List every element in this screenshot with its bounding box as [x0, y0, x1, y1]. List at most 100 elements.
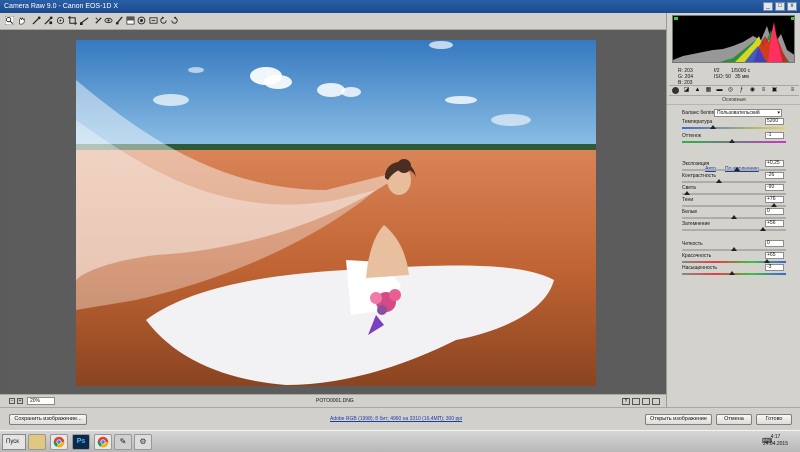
wb-label: Баланс белого: — [682, 110, 718, 116]
slider-label-8: Четкость — [682, 241, 703, 247]
open-image-button[interactable]: Открыть изображение — [645, 414, 712, 425]
start-button[interactable]: Пуск — [2, 434, 26, 450]
snapshots-icon[interactable]: ▣ — [771, 87, 778, 94]
taskbar: Пуск Ps ✎ ⚙ ⌨ 4:17 24.04.2015 — [0, 430, 800, 452]
basic-panel-icon[interactable] — [672, 87, 679, 94]
slider-track-4[interactable] — [682, 191, 786, 195]
slider-value-4[interactable]: -90 — [765, 184, 784, 191]
chevron-down-icon: ▾ — [777, 110, 780, 116]
graduated-filter-tool-icon[interactable] — [126, 16, 135, 25]
slider-value-2[interactable]: +0,25 — [765, 160, 784, 167]
slider-value-8[interactable]: 0 — [765, 240, 784, 247]
slider-label-0: Температура — [682, 119, 713, 125]
red-eye-tool-icon[interactable] — [104, 16, 113, 25]
tone-curve-icon[interactable]: ◪ — [683, 87, 690, 94]
slider-thumb-3[interactable] — [716, 179, 723, 183]
camera-calibration-icon[interactable]: ◉ — [749, 87, 756, 94]
adjustment-brush-tool-icon[interactable] — [115, 16, 124, 25]
photo-preview[interactable] — [76, 40, 596, 386]
slider-track-1[interactable] — [682, 139, 786, 143]
chrome-icon-2[interactable] — [94, 434, 112, 450]
slider-label-3: Контрастность — [682, 173, 717, 179]
rotate-right-icon[interactable] — [170, 16, 179, 25]
done-button[interactable]: Готово — [756, 414, 792, 425]
clock[interactable]: 4:17 24.04.2015 — [763, 434, 788, 448]
slider-track-0[interactable] — [682, 125, 786, 129]
status-bar: − + 20% POTO0001.DNG Y — [0, 394, 666, 407]
preferences-icon[interactable] — [149, 16, 158, 25]
slider-thumb-8[interactable] — [731, 247, 737, 251]
slider-thumb-10[interactable] — [728, 271, 735, 275]
presets-icon[interactable]: ≡ — [760, 87, 767, 94]
crop-tool-icon[interactable] — [68, 16, 77, 25]
close-icon[interactable]: x — [787, 2, 797, 11]
right-panel: R: 203 G: 204 B: 203 f/2 1/5000 c ISO: 5… — [666, 13, 800, 407]
zoom-in-icon[interactable]: + — [17, 398, 23, 404]
before-after-icon[interactable]: Y — [622, 398, 630, 405]
slider-value-10[interactable]: -3 — [765, 264, 784, 271]
slider-track-10[interactable] — [682, 271, 786, 275]
detail-icon[interactable]: ▲ — [694, 87, 701, 94]
slider-value-0[interactable]: 5200 — [765, 118, 784, 125]
white-balance-select[interactable]: Пользовательский ▾ — [714, 109, 782, 117]
slider-thumb-5[interactable] — [770, 203, 777, 207]
slider-track-8[interactable] — [682, 247, 786, 251]
slider-thumb-7[interactable] — [760, 227, 767, 231]
hand-tool-icon[interactable] — [17, 16, 26, 25]
copy-settings-icon[interactable] — [652, 398, 660, 405]
split-toning-icon[interactable]: ▬ — [716, 87, 723, 94]
zoom-level[interactable]: 20% — [27, 397, 55, 405]
save-image-button[interactable]: Сохранить изображение... — [9, 414, 87, 425]
spot-removal-tool-icon[interactable] — [94, 16, 103, 25]
toggle-view-icon[interactable] — [632, 398, 640, 405]
slider-value-5[interactable]: +76 — [765, 196, 784, 203]
clock-date: 24.04.2015 — [762, 441, 788, 447]
slider-thumb-2[interactable] — [734, 167, 741, 171]
slider-label-9: Красочность — [682, 253, 712, 259]
radial-filter-tool-icon[interactable] — [137, 16, 146, 25]
image-canvas[interactable] — [9, 30, 665, 394]
slider-value-1[interactable]: -1 — [765, 132, 784, 139]
slider-value-6[interactable]: 0 — [765, 208, 784, 215]
zoom-tool-icon[interactable] — [5, 16, 14, 25]
cancel-button[interactable]: Отмена — [716, 414, 752, 425]
slider-track-2[interactable] — [682, 167, 786, 171]
adobe-bridge-icon[interactable]: ✎ — [114, 434, 132, 450]
targeted-adjustment-tool-icon[interactable] — [56, 16, 65, 25]
maximize-icon[interactable]: □ — [775, 2, 785, 11]
zoom-out-icon[interactable]: − — [9, 398, 15, 404]
slider-label-2: Экспозиция — [682, 161, 710, 167]
slider-track-5[interactable] — [682, 203, 786, 207]
slider-thumb-9[interactable] — [764, 259, 771, 263]
color-sampler-tool-icon[interactable] — [44, 16, 53, 25]
effects-icon[interactable]: ƒ — [738, 87, 745, 94]
slider-track-7[interactable] — [682, 227, 786, 231]
slider-value-7[interactable]: +56 — [765, 220, 784, 227]
minimize-icon[interactable]: _ — [763, 2, 773, 11]
title-bar: Camera Raw 9.0 - Canon EOS-1D X _ □ x — [0, 0, 800, 13]
white-balance-tool-icon[interactable] — [32, 16, 41, 25]
slider-thumb-1[interactable] — [728, 139, 735, 143]
slider-value-9[interactable]: +65 — [765, 252, 784, 259]
slider-thumb-6[interactable] — [731, 215, 737, 219]
chrome-icon[interactable] — [50, 434, 68, 450]
lens-corrections-icon[interactable]: ◎ — [727, 87, 734, 94]
hsl-icon[interactable]: ▦ — [705, 87, 712, 94]
panel-menu-icon[interactable]: ≡ — [789, 87, 796, 94]
slider-track-3[interactable] — [682, 179, 786, 183]
explorer-icon[interactable] — [28, 434, 46, 450]
slider-thumb-0[interactable] — [710, 125, 717, 129]
slider-value-3[interactable]: -26 — [765, 172, 784, 179]
workflow-options-link[interactable]: Adobe RGB (1998); 8 бит; 4960 на 3310 (1… — [330, 416, 462, 422]
swap-settings-icon[interactable] — [642, 398, 650, 405]
iso: ISO: 50 — [714, 74, 731, 80]
slider-track-9[interactable] — [682, 259, 786, 263]
slider-label-7: Затемнение — [682, 221, 711, 227]
settings-icon[interactable]: ⚙ — [134, 434, 152, 450]
rotate-left-icon[interactable] — [159, 16, 168, 25]
slider-label-10: Насыщенность — [682, 265, 718, 271]
slider-track-6[interactable] — [682, 215, 786, 219]
photoshop-icon[interactable]: Ps — [72, 434, 90, 450]
slider-thumb-4[interactable] — [684, 191, 691, 195]
straighten-tool-icon[interactable] — [80, 16, 89, 25]
